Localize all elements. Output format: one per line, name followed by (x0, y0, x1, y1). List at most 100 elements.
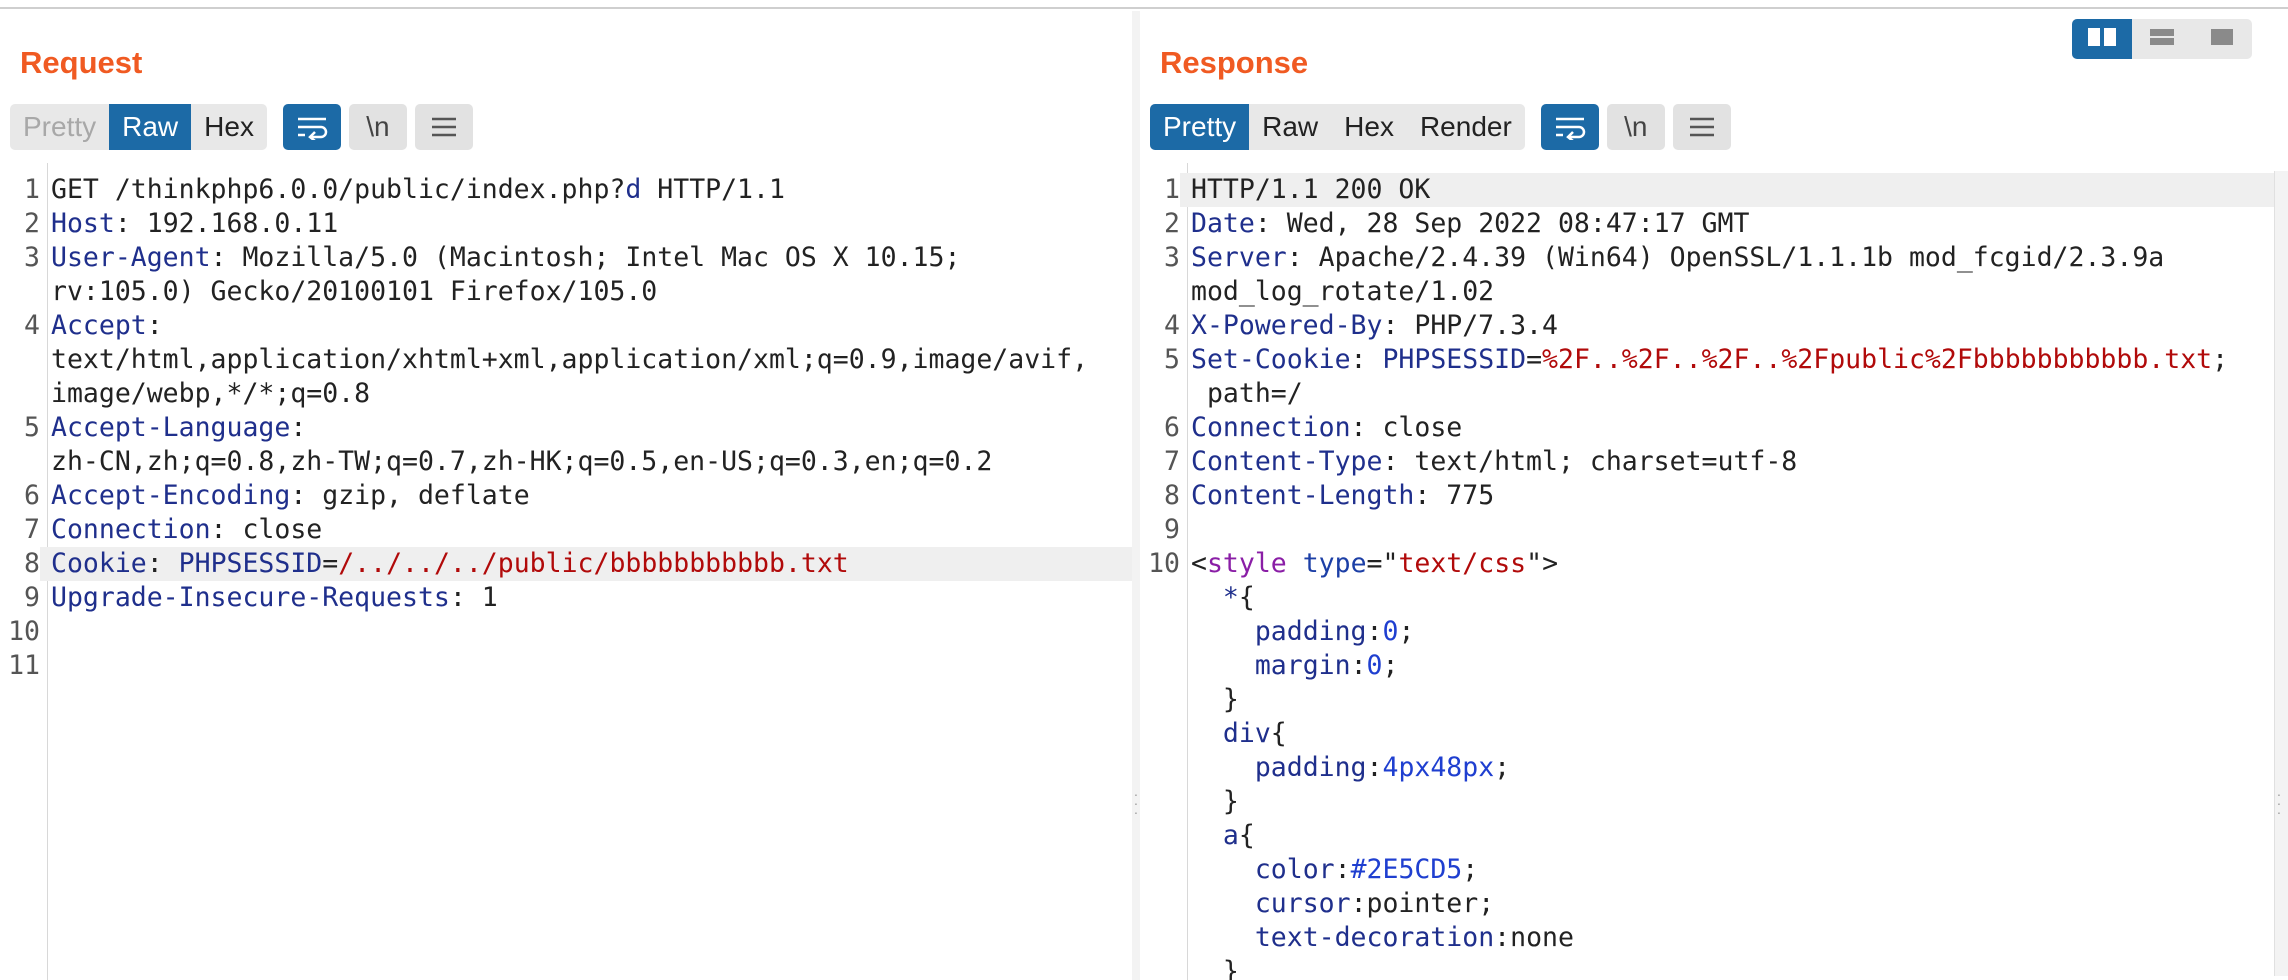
line-content: Accept: (40, 309, 1132, 343)
line-content: Set-Cookie: PHPSESSID=%2F..%2F..%2F..%2F… (1180, 343, 2274, 377)
request-tab-pretty[interactable]: Pretty (10, 104, 109, 150)
code-token: Set-Cookie (1191, 344, 1351, 375)
code-line: 9 Upgrade-Insecure-Requests: 1 (0, 581, 1132, 615)
code-token: div (1222, 718, 1271, 749)
code-token: } (1191, 684, 1239, 715)
code-token: Cookie (51, 548, 147, 579)
response-scrollbar[interactable] (2274, 171, 2288, 976)
code-token: ; (1382, 650, 1399, 681)
code-token: Content-Length (1191, 480, 1415, 511)
code-token: : PHP/7.3.4 (1382, 310, 1558, 341)
line-content: User-Agent: Mozilla/5.0 (Macintosh; Inte… (40, 241, 1132, 275)
code-line: 1 GET /thinkphp6.0.0/public/index.php?d H… (0, 173, 1132, 207)
line-number: 7 (24, 514, 40, 545)
request-editor[interactable]: 1 GET /thinkphp6.0.0/public/index.php?d H… (0, 163, 1132, 980)
code-token: { (1238, 582, 1255, 613)
wrap-lines-icon (295, 114, 329, 140)
request-tab-raw[interactable]: Raw (109, 104, 192, 150)
code-token: text-decoration (1254, 922, 1495, 953)
response-tab-render[interactable]: Render (1407, 104, 1525, 150)
code-token: = (322, 548, 339, 579)
code-token: Connection (1191, 412, 1351, 443)
newline-icon: \n (366, 111, 390, 142)
code-token: :none (1494, 922, 1574, 953)
line-number: 5 (24, 412, 40, 443)
code-token: * (1222, 582, 1239, 613)
response-tab-pretty[interactable]: Pretty (1150, 104, 1250, 150)
code-line-continuation: mod_log_rotate/1.02 (1191, 276, 1495, 307)
code-token: : close (210, 514, 323, 545)
code-token: : close (1350, 412, 1463, 443)
code-token: padding (1254, 616, 1367, 647)
wrap-lines-icon (1553, 114, 1587, 140)
line-number: 4 (1164, 310, 1180, 341)
response-panel: Response Pretty Raw Hex Render \n 1 HTTP/… (1140, 11, 2288, 980)
line-number: 6 (24, 480, 40, 511)
code-token: : Wed, 28 Sep 2022 08:47:17 GMT (1254, 208, 1750, 239)
request-tab-hex[interactable]: Hex (191, 104, 267, 150)
request-title: Request (20, 45, 143, 80)
response-view-tabs: Pretty Raw Hex Render (1150, 104, 1525, 150)
code-token: =" (1366, 548, 1399, 579)
menu-icon (429, 115, 459, 139)
code-line: 8 Cookie: PHPSESSID=/../../../public/bbbb… (0, 547, 1132, 581)
code-line: 6 Accept-Encoding: gzip, deflate (0, 479, 1132, 513)
code-line: 10 <style type="text/css"> (1140, 547, 2274, 581)
code-line: 3 User-Agent: Mozilla/5.0 (Macintosh; Int… (0, 241, 1132, 275)
line-content: Content-Length: 775 (1180, 479, 2274, 513)
response-editor[interactable]: 1 HTTP/1.1 200 OK 2 Date: Wed, 28 Sep 2022 … (1140, 163, 2274, 980)
code-token: { (1238, 820, 1255, 851)
code-token: a (1222, 820, 1239, 851)
code-token: margin (1254, 650, 1351, 681)
code-token: : (1366, 616, 1383, 647)
code-token: 4px48px (1382, 752, 1495, 783)
code-line: 5 Accept-Language: (0, 411, 1132, 445)
code-token: Upgrade-Insecure-Requests (51, 582, 450, 613)
code-token: ; (2212, 344, 2229, 375)
code-token: text/css (1398, 548, 1527, 579)
line-content: X-Powered-By: PHP/7.3.4 (1180, 309, 2274, 343)
right-edge-grip-icon[interactable]: · · · (2276, 787, 2282, 819)
response-tab-raw[interactable]: Raw (1249, 104, 1331, 150)
code-token: padding (1254, 752, 1367, 783)
line-number: 5 (1164, 344, 1180, 375)
response-tab-hex[interactable]: Hex (1331, 104, 1407, 150)
code-line-continuation: margin:0; (1140, 649, 2274, 683)
code-token: : 775 (1414, 480, 1495, 511)
response-title: Response (1160, 45, 1309, 80)
code-token: Date (1191, 208, 1255, 239)
code-token: : (1334, 854, 1351, 885)
code-token: d (625, 174, 642, 205)
window-top-border (0, 0, 2288, 9)
code-token: Accept (51, 310, 147, 341)
code-line-continuation: } (1140, 683, 2274, 717)
response-newline-button[interactable]: \n (1606, 104, 1665, 150)
line-content: <style type="text/css"> (1180, 547, 2274, 581)
code-line-continuation: image/webp,*/*;q=0.8 (51, 378, 371, 409)
line-content: HTTP/1.1 200 OK (1180, 173, 2274, 207)
code-token: : 192.168.0.11 (114, 208, 339, 239)
code-line: 7 Connection: close (0, 513, 1132, 547)
code-token: cursor (1254, 888, 1351, 919)
request-menu-button[interactable] (414, 104, 473, 150)
code-token: { (1270, 718, 1287, 749)
line-content: Connection: close (1180, 411, 2274, 445)
newline-icon: \n (1624, 111, 1648, 142)
response-menu-button[interactable] (1672, 104, 1731, 150)
divider-grip-icon[interactable]: · · · (1133, 787, 1139, 819)
response-wrap-lines-button[interactable] (1540, 104, 1599, 150)
request-view-tabs: Pretty Raw Hex (10, 104, 267, 150)
line-number: 11 (8, 650, 40, 681)
request-newline-button[interactable]: \n (348, 104, 407, 150)
request-wrap-lines-button[interactable] (282, 104, 341, 150)
line-content (1180, 513, 2274, 547)
panel-divider[interactable] (1132, 11, 1140, 980)
code-line-continuation: cursor:pointer; (1140, 887, 2274, 921)
line-number: 6 (1164, 412, 1180, 443)
